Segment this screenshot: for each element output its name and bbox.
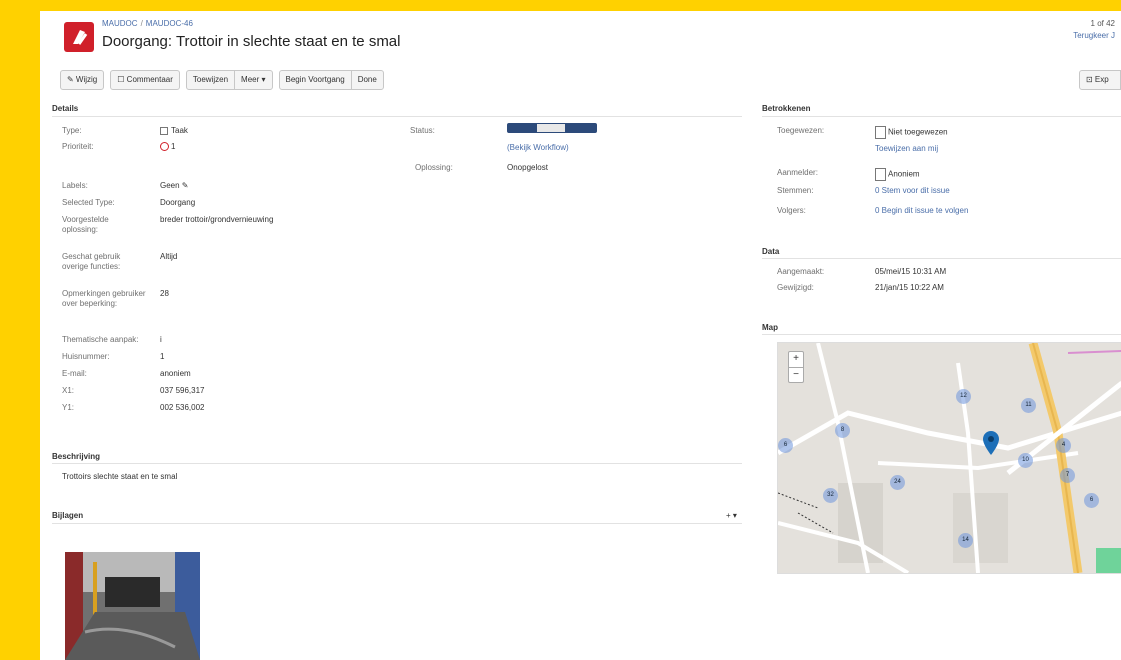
people-heading: Betrokkenen: [762, 104, 811, 113]
map-cluster[interactable]: 4: [1056, 438, 1071, 453]
assignee-value: Niet toegewezen: [875, 126, 948, 139]
votes-link[interactable]: 0 Stem voor dit issue: [875, 186, 950, 196]
dates-heading: Data: [762, 247, 780, 256]
assignee-label: Toegewezen:: [777, 126, 825, 135]
house-number-value: 1: [160, 352, 165, 361]
dates-divider: [762, 258, 1121, 259]
usage-label: Geschat gebruik overige functies:: [62, 252, 121, 271]
resolution-label: Oplossing:: [415, 163, 453, 172]
priority-label: Prioriteit:: [62, 142, 94, 151]
created-value: 05/mei/15 10:31 AM: [875, 267, 947, 276]
description-heading: Beschrijving: [52, 452, 101, 461]
updated-value: 21/jan/15 10:22 AM: [875, 283, 944, 292]
attachments-divider: [52, 523, 742, 524]
breadcrumb-project[interactable]: MAUDOC: [102, 19, 138, 28]
description-text: Trottoirs slechte staat en te smal: [62, 472, 178, 481]
type-label: Type:: [62, 126, 82, 135]
map-marker-icon[interactable]: [983, 431, 999, 455]
map-cluster[interactable]: 8: [835, 423, 850, 438]
attachments-heading: Bijlagen: [52, 511, 84, 520]
map-heading: Map: [762, 323, 778, 332]
assignee-avatar: [875, 126, 886, 139]
x1-label: X1:: [62, 386, 75, 395]
map-cluster[interactable]: 14: [958, 533, 973, 548]
updated-label: Gewijzigd:: [777, 283, 814, 292]
map-cluster[interactable]: 32: [823, 488, 838, 503]
selected-type-label: Selected Type:: [62, 198, 115, 207]
thematic-value: i: [160, 335, 162, 344]
y1-label: Y1:: [62, 403, 75, 412]
labels-value[interactable]: Geen ✎: [160, 181, 189, 191]
house-number-label: Huisnummer:: [62, 352, 110, 361]
map-cluster[interactable]: 7: [1060, 468, 1075, 483]
task-icon: [160, 126, 168, 135]
map-cluster[interactable]: 24: [890, 475, 905, 490]
attachment-actions[interactable]: + ▾: [726, 511, 737, 521]
pager-count: 1 of 42: [1090, 19, 1115, 28]
resolution-value: Onopgelost: [507, 163, 548, 172]
attachment-thumbnail[interactable]: [65, 552, 200, 660]
watchers-label: Volgers:: [777, 206, 806, 215]
labels-label: Labels:: [62, 181, 88, 190]
project-logo[interactable]: [64, 22, 94, 52]
description-divider: [52, 463, 742, 464]
zoom-in-button[interactable]: +: [789, 352, 803, 368]
map-cluster[interactable]: 12: [956, 389, 971, 404]
view-workflow-link[interactable]: (Bekijk Workflow): [507, 143, 569, 153]
proposed-solution-value: breder trottoir/grondvernieuwing: [160, 215, 274, 224]
details-heading: Details: [52, 104, 79, 113]
start-progress-button[interactable]: Begin Voortgang: [278, 70, 352, 90]
breadcrumb: MAUDOC / MAUDOC-46: [102, 19, 193, 28]
map-cluster[interactable]: 10: [1018, 453, 1033, 468]
breadcrumb-issue[interactable]: MAUDOC-46: [146, 19, 193, 28]
zoom-out-button[interactable]: −: [789, 368, 803, 383]
priority-icon: [160, 142, 169, 152]
more-button[interactable]: Meer ▾: [234, 70, 273, 90]
reporter-label: Aanmelder:: [777, 168, 818, 177]
action-button-group: Toewijzen Meer ▾: [185, 70, 273, 90]
issue-panel: MAUDOC / MAUDOC-46 Doorgang: Trottoir in s…: [40, 11, 1121, 660]
page-title: Doorgang: Trottoir in slechte staat en t…: [102, 33, 401, 50]
proposed-solution-label: Voorgestelde oplossing:: [62, 215, 109, 234]
map-zoom-control: + −: [788, 351, 804, 383]
x1-value: 037 596,317: [160, 386, 205, 395]
people-divider: [762, 116, 1121, 117]
votes-label: Stemmen:: [777, 186, 814, 195]
map-cluster[interactable]: 11: [1021, 398, 1036, 413]
details-divider: [52, 116, 742, 117]
pager: 1 of 42 Terugkeer J: [1073, 19, 1115, 40]
issue-map[interactable]: + − 12 8 6 10 24 32 14 11 4 7 6: [777, 342, 1121, 574]
assign-to-me-link[interactable]: Toewijzen aan mij: [875, 144, 938, 154]
user-remarks-value: 28: [160, 289, 169, 298]
edit-button[interactable]: ✎ Wijzig: [60, 70, 105, 90]
type-value: Taak: [160, 126, 188, 136]
map-divider: [762, 334, 1121, 335]
watchers-link[interactable]: 0 Begin dit issue te volgen: [875, 206, 968, 216]
y1-value: 002 536,002: [160, 403, 205, 412]
done-button[interactable]: Done: [350, 70, 384, 90]
status-label: Status:: [410, 126, 435, 135]
status-badge: [507, 123, 597, 133]
usage-value: Altijd: [160, 252, 178, 261]
created-label: Aangemaakt:: [777, 267, 825, 276]
toolbar: ✎ Wijzig ☐ Commentaar Toewijzen Meer ▾ B…: [60, 70, 384, 90]
selected-type-value: Doorgang: [160, 198, 196, 207]
thematic-label: Thematische aanpak:: [62, 335, 139, 344]
back-to-search-link[interactable]: Terugkeer J: [1073, 31, 1115, 40]
comment-button[interactable]: ☐ Commentaar: [110, 70, 180, 90]
email-label: E-mail:: [62, 369, 87, 378]
map-cluster[interactable]: 6: [778, 438, 793, 453]
email-value: anoniem: [160, 369, 191, 378]
map-cluster[interactable]: 6: [1084, 493, 1099, 508]
reporter-avatar: [875, 168, 886, 181]
assign-button[interactable]: Toewijzen: [185, 70, 236, 90]
priority-value: 1: [160, 142, 175, 152]
user-remarks-label: Opmerkingen gebruiker over beperking:: [62, 289, 146, 308]
export-button[interactable]: ⊡ Exp: [1079, 70, 1121, 90]
workflow-button-group: Begin Voortgang Done: [278, 70, 384, 90]
reporter-value: Anoniem: [875, 168, 920, 181]
